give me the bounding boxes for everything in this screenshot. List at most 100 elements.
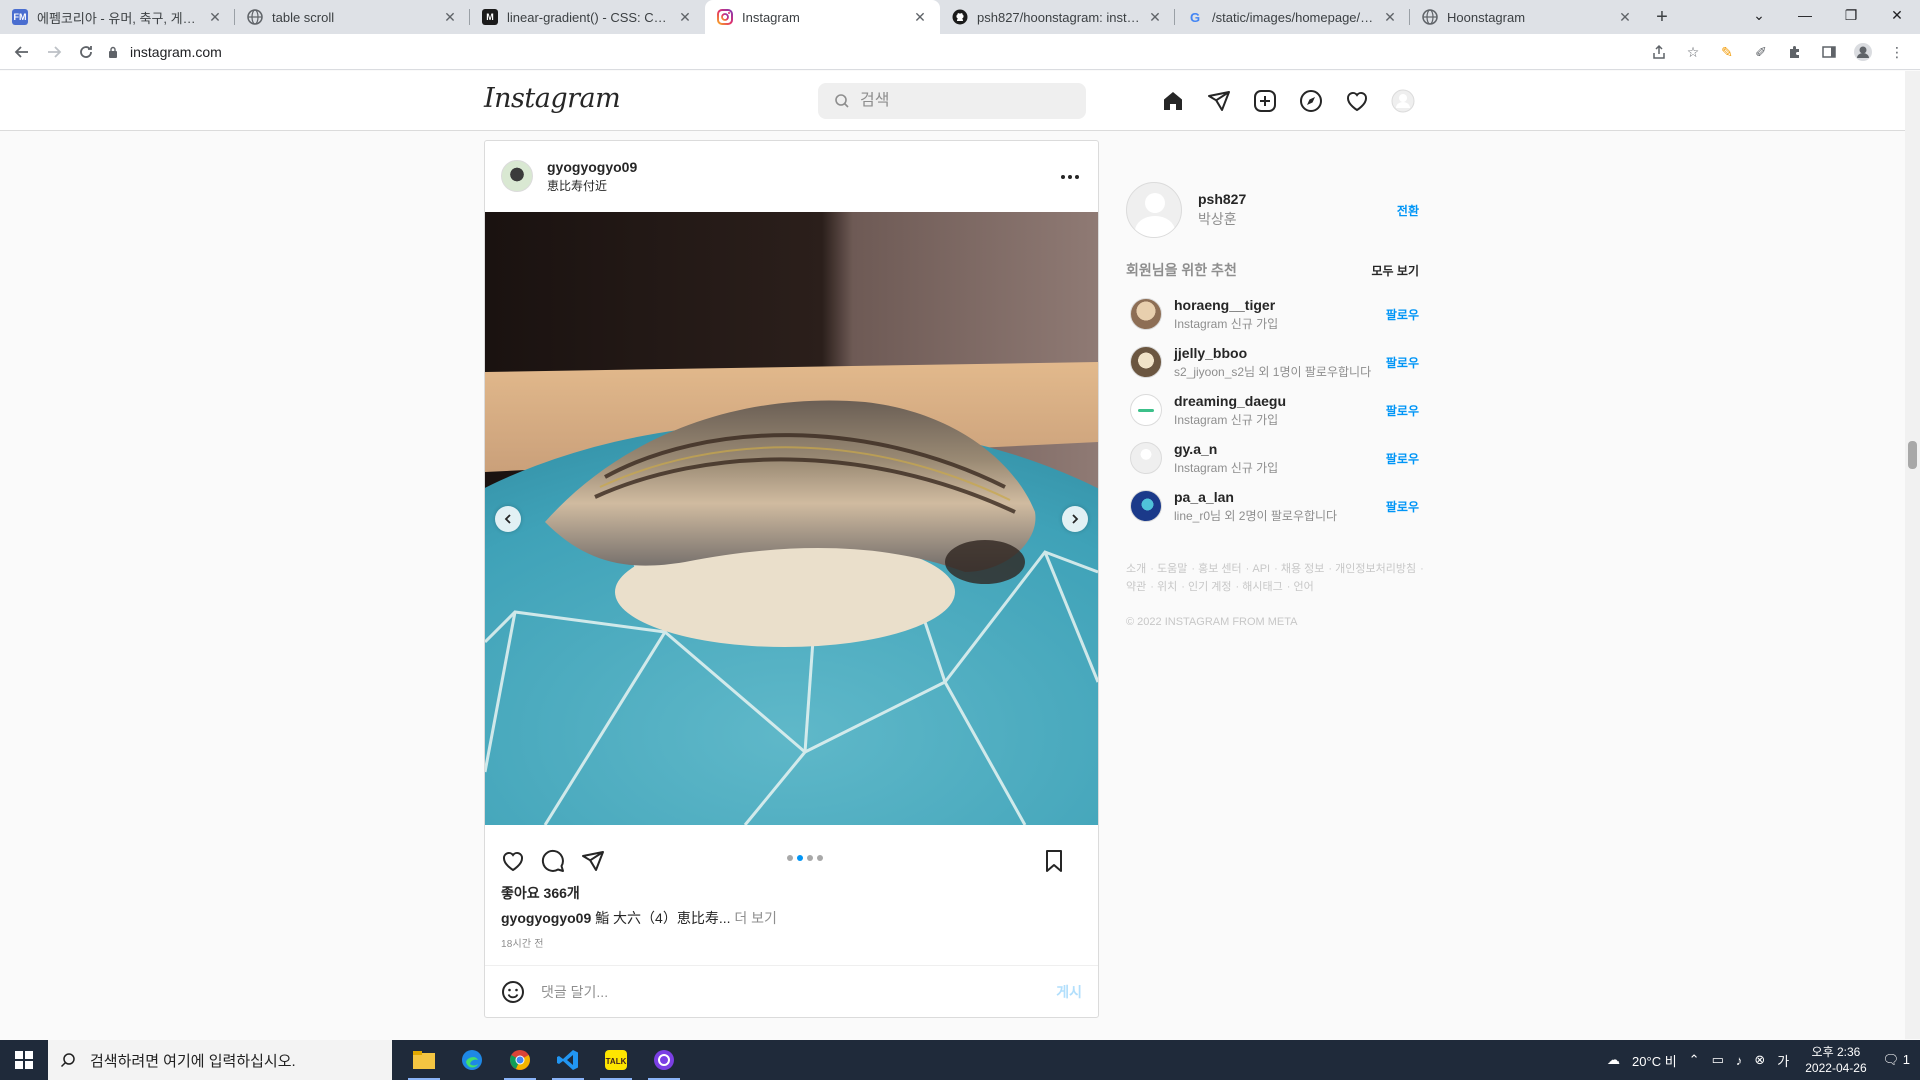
profile-avatar-icon[interactable] xyxy=(1390,88,1416,114)
chevron-up-icon[interactable]: ⌃ xyxy=(1689,1052,1700,1068)
close-icon[interactable]: ✕ xyxy=(912,9,928,25)
extension-pen-icon[interactable]: ✐ xyxy=(1746,37,1776,67)
comment-icon[interactable] xyxy=(541,849,565,873)
instagram-logo[interactable]: Instagram xyxy=(484,83,621,114)
browser-tab-hoonstagram[interactable]: Hoonstagram ✕ xyxy=(1410,0,1645,34)
minimize-button[interactable]: — xyxy=(1782,0,1828,30)
address-bar[interactable]: instagram.com xyxy=(108,37,1698,67)
forward-arrow-icon[interactable] xyxy=(38,36,70,68)
search-input[interactable] xyxy=(860,92,1060,110)
github-desktop-icon[interactable] xyxy=(640,1040,688,1080)
activity-heart-icon[interactable] xyxy=(1344,88,1370,114)
post-location[interactable]: 恵比寿付近 xyxy=(547,177,637,194)
browser-tab-fmkorea[interactable]: FM 에펨코리아 - 유머, 축구, 게임, 스 ✕ xyxy=(0,0,235,34)
suggestion-avatar[interactable] xyxy=(1130,442,1162,474)
suggestion-avatar[interactable] xyxy=(1130,298,1162,330)
footer-link[interactable]: API xyxy=(1252,563,1270,575)
scrollbar-thumb[interactable] xyxy=(1908,441,1917,469)
side-panel-icon[interactable] xyxy=(1814,37,1844,67)
share-icon[interactable] xyxy=(581,849,605,873)
footer-link[interactable]: 언어 xyxy=(1293,581,1313,593)
suggestion-username[interactable]: horaeng__tiger xyxy=(1174,297,1374,313)
notification-center-icon[interactable]: 🗨 1 xyxy=(1883,1052,1910,1068)
post-timestamp[interactable]: 18시간 전 xyxy=(501,935,544,950)
weather-text[interactable]: 20°C 비 xyxy=(1632,1051,1677,1070)
kakaotalk-icon[interactable]: TALK xyxy=(592,1040,640,1080)
suggestion-username[interactable]: pa_a_lan xyxy=(1174,489,1374,505)
close-window-button[interactable]: ✕ xyxy=(1874,0,1920,30)
share-icon[interactable] xyxy=(1644,37,1674,67)
save-bookmark-icon[interactable] xyxy=(1042,849,1066,873)
search-box[interactable] xyxy=(818,83,1086,119)
windows-start-button[interactable] xyxy=(0,1040,48,1080)
tab-search-chevron-icon[interactable]: ⌄ xyxy=(1736,0,1782,30)
footer-link[interactable]: 도움말 xyxy=(1157,563,1187,575)
post-comment-button[interactable]: 게시 xyxy=(1056,982,1082,1002)
explore-compass-icon[interactable] xyxy=(1298,88,1324,114)
close-icon[interactable]: ✕ xyxy=(207,9,223,25)
home-icon[interactable] xyxy=(1160,88,1186,114)
footer-link[interactable]: 인기 계정 xyxy=(1188,581,1232,593)
follow-button[interactable]: 팔로우 xyxy=(1386,306,1419,323)
like-count[interactable]: 좋아요 366개 xyxy=(501,883,1081,903)
new-tab-button[interactable]: + xyxy=(1645,0,1679,34)
close-icon[interactable]: ✕ xyxy=(442,9,458,25)
footer-link[interactable]: 홍보 센터 xyxy=(1198,563,1242,575)
extensions-puzzle-icon[interactable] xyxy=(1780,37,1810,67)
close-icon[interactable]: ✕ xyxy=(1147,9,1163,25)
profile-avatar-icon[interactable] xyxy=(1848,37,1878,67)
footer-link[interactable]: 개인정보처리방침 xyxy=(1335,563,1416,575)
browser-tab-mdn[interactable]: M linear-gradient() - CSS: Cascadi ✕ xyxy=(470,0,705,34)
direct-message-icon[interactable] xyxy=(1206,88,1232,114)
page-scrollbar[interactable] xyxy=(1905,71,1920,1039)
file-explorer-icon[interactable] xyxy=(400,1040,448,1080)
bookmark-star-icon[interactable]: ☆ xyxy=(1678,37,1708,67)
caption-username[interactable]: gyogyogyo09 xyxy=(501,910,591,926)
more-options-icon[interactable] xyxy=(1060,167,1080,185)
volume-icon[interactable]: ♪ xyxy=(1736,1053,1743,1068)
post-photo[interactable] xyxy=(485,212,1098,825)
carousel-next-button[interactable] xyxy=(1062,506,1088,532)
footer-link[interactable]: 약관 xyxy=(1126,581,1146,593)
weather-rain-icon[interactable]: ☁ xyxy=(1607,1052,1620,1068)
close-icon[interactable]: ✕ xyxy=(1617,9,1633,25)
browser-tab-table-scroll[interactable]: table scroll ✕ xyxy=(235,0,470,34)
chrome-icon[interactable] xyxy=(496,1040,544,1080)
suggestion-username[interactable]: gy.a_n xyxy=(1174,441,1374,457)
current-user-username[interactable]: psh827 xyxy=(1198,191,1246,207)
suggestion-username[interactable]: jjelly_bboo xyxy=(1174,345,1374,361)
suggestion-avatar[interactable] xyxy=(1130,346,1162,378)
follow-button[interactable]: 팔로우 xyxy=(1386,402,1419,419)
browser-tab-google[interactable]: G /static/images/homepage/pho ✕ xyxy=(1175,0,1410,34)
new-post-icon[interactable] xyxy=(1252,88,1278,114)
taskbar-search[interactable]: 검색하려면 여기에 입력하십시오. xyxy=(48,1040,392,1080)
caption-more-link[interactable]: 더 보기 xyxy=(730,910,777,926)
footer-link[interactable]: 위치 xyxy=(1157,581,1177,593)
current-user-avatar[interactable] xyxy=(1126,182,1182,238)
close-icon[interactable]: ✕ xyxy=(1382,9,1398,25)
suggestion-avatar[interactable] xyxy=(1130,394,1162,426)
footer-link[interactable]: 채용 정보 xyxy=(1281,563,1325,575)
close-icon[interactable]: ✕ xyxy=(677,9,693,25)
reload-icon[interactable] xyxy=(70,36,102,68)
maximize-button[interactable]: ❐ xyxy=(1828,0,1874,30)
suggestion-avatar[interactable] xyxy=(1130,490,1162,522)
back-arrow-icon[interactable] xyxy=(6,36,38,68)
like-heart-icon[interactable] xyxy=(501,849,525,873)
sync-off-icon[interactable]: ⊗ xyxy=(1754,1052,1765,1068)
browser-tab-instagram[interactable]: Instagram ✕ xyxy=(705,0,940,34)
ime-icon[interactable]: 가 xyxy=(1777,1051,1789,1070)
follow-button[interactable]: 팔로우 xyxy=(1386,354,1419,371)
vscode-icon[interactable] xyxy=(544,1040,592,1080)
menu-kebab-icon[interactable]: ⋮ xyxy=(1882,37,1912,67)
suggestion-username[interactable]: dreaming_daegu xyxy=(1174,393,1374,409)
post-author-username[interactable]: gyogyogyo09 xyxy=(547,159,637,175)
footer-link[interactable]: 해시태그 xyxy=(1242,581,1282,593)
switch-account-button[interactable]: 전환 xyxy=(1397,202,1419,219)
follow-button[interactable]: 팔로우 xyxy=(1386,498,1419,515)
clock[interactable]: 오후 2:36 2022-04-26 xyxy=(1805,1044,1866,1076)
browser-tab-github[interactable]: psh827/hoonstagram: instagram ✕ xyxy=(940,0,1175,34)
see-all-button[interactable]: 모두 보기 xyxy=(1372,262,1420,279)
comment-input[interactable] xyxy=(541,983,1057,1000)
extension-pin-icon[interactable]: ✎ xyxy=(1712,37,1742,67)
